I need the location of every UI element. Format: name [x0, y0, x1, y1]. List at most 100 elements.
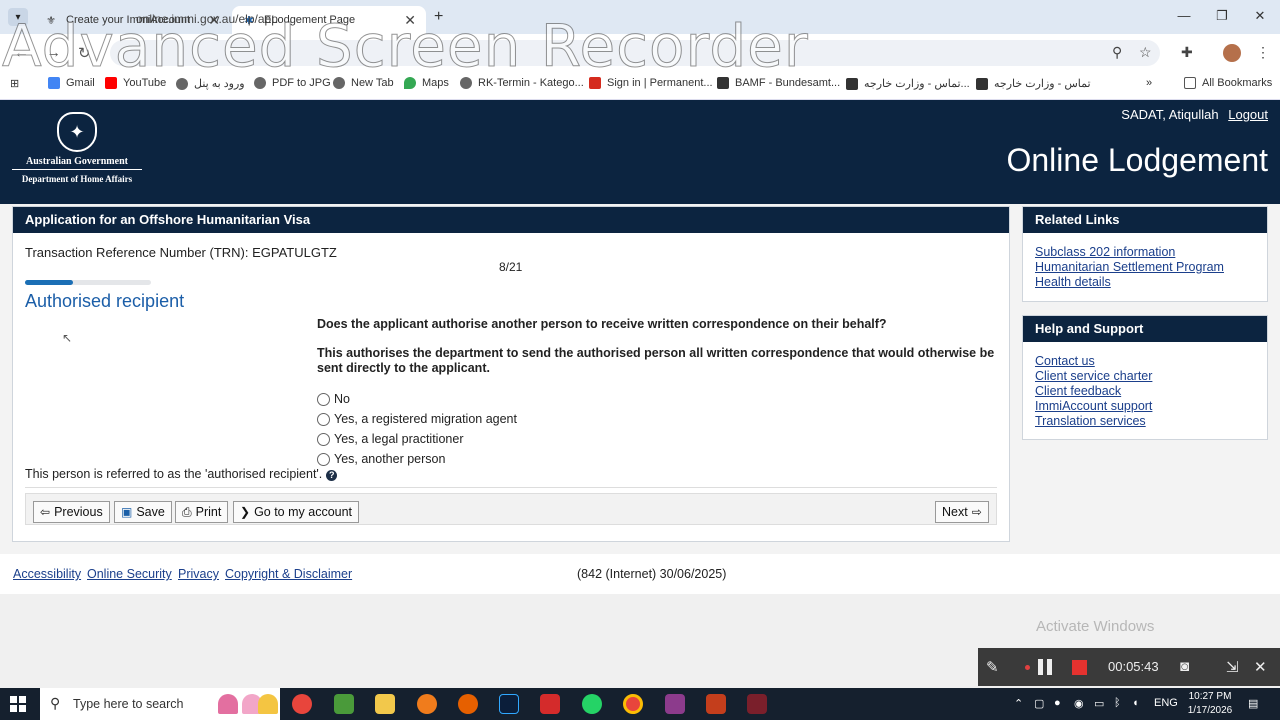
battery-icon[interactable]: ▭	[1094, 697, 1104, 710]
link-health-details[interactable]: Health details	[1035, 275, 1255, 290]
application-panel: Application for an Offshore Humanitarian…	[12, 206, 1010, 542]
maximize-button[interactable]: ❐	[1212, 8, 1232, 24]
related-links-list: Subclass 202 information Humanitarian Se…	[1023, 233, 1267, 298]
option-label: Yes, a registered migration agent	[334, 412, 517, 426]
previous-button[interactable]: ⇦ Previous	[33, 501, 110, 523]
recorder-watermark: Advanced Screen Recorder	[2, 12, 809, 81]
close-recorder-icon[interactable]: ✕	[1254, 658, 1267, 676]
next-label: Next	[942, 505, 968, 519]
notifications-icon[interactable]: ▤	[1248, 697, 1258, 710]
zoom-icon[interactable]: ⚲	[1112, 44, 1122, 61]
menu-icon[interactable]: ⋮	[1256, 44, 1270, 61]
stop-button[interactable]	[1072, 660, 1087, 675]
bookmark-star-icon[interactable]: ☆	[1139, 44, 1152, 61]
site-header: ✦ Australian Government Department of Ho…	[0, 100, 1280, 204]
minimize-button[interactable]: —	[1174, 8, 1194, 23]
all-bookmarks[interactable]: All Bookmarks	[1184, 77, 1272, 89]
question-explanation: This authorises the department to send t…	[317, 346, 995, 375]
link-settlement-program[interactable]: Humanitarian Settlement Program	[1035, 260, 1255, 275]
option-another-person[interactable]: Yes, another person	[317, 449, 517, 469]
option-legal-practitioner[interactable]: Yes, a legal practitioner	[317, 429, 517, 449]
screen-recorder-toolbar: ✎ 00:05:43 ◙ ⇲ ✕	[978, 648, 1280, 686]
print-button[interactable]: ⎙ Print	[175, 501, 229, 523]
footer-accessibility[interactable]: Accessibility	[13, 567, 81, 581]
bookmark-mfa-2[interactable]: تماس - وزارت خارجه	[976, 77, 1091, 90]
trn-text: Transaction Reference Number (TRN): EGPA…	[25, 245, 337, 260]
logout-link[interactable]: Logout	[1228, 107, 1268, 122]
pause-button[interactable]	[1038, 659, 1054, 675]
microphone-icon[interactable]: ●	[1054, 697, 1061, 709]
radio-button[interactable]	[317, 452, 330, 466]
pen-icon[interactable]: ✎	[986, 658, 999, 676]
tray-app-icon[interactable]: ▢	[1034, 697, 1044, 710]
footer-copyright[interactable]: Copyright & Disclaimer	[225, 567, 352, 581]
arrow-right-icon: ⇨	[971, 505, 982, 519]
radio-button[interactable]	[317, 392, 330, 406]
app-icon[interactable]	[334, 694, 354, 714]
recording-dot-icon	[1025, 665, 1030, 670]
all-bookmarks-label: All Bookmarks	[1202, 77, 1273, 89]
tulip-widget-icon[interactable]	[218, 694, 238, 714]
screen-recorder-icon[interactable]	[747, 694, 767, 714]
radio-button[interactable]	[317, 412, 330, 426]
referred-text: This person is referred to as the 'autho…	[25, 467, 323, 481]
question-text: Does the applicant authorise another per…	[317, 317, 887, 331]
option-migration-agent[interactable]: Yes, a registered migration agent	[317, 409, 517, 429]
search-icon: ⚲	[50, 695, 61, 711]
help-support-panel: Help and Support Contact us Client servi…	[1022, 315, 1268, 440]
more-bookmarks-icon[interactable]: »	[1146, 77, 1152, 89]
bookmark-mfa-1[interactable]: تماس - وزارت خارجه...	[846, 77, 970, 90]
link-contact-us[interactable]: Contact us	[1035, 354, 1255, 369]
windows-start-icon[interactable]	[10, 696, 26, 712]
profile-avatar[interactable]	[1223, 44, 1241, 62]
link-client-feedback[interactable]: Client feedback	[1035, 384, 1255, 399]
help-links-list: Contact us Client service charter Client…	[1023, 342, 1267, 437]
print-label: Print	[195, 505, 222, 519]
user-info: SADAT, Atiqullah Logout	[1121, 107, 1268, 122]
next-button[interactable]: Next ⇨	[935, 501, 989, 523]
link-subclass-202[interactable]: Subclass 202 information	[1035, 245, 1255, 260]
footer-online-security[interactable]: Online Security	[87, 567, 172, 581]
winrar-icon[interactable]	[665, 694, 685, 714]
panel-title: Application for an Offshore Humanitarian…	[13, 207, 1009, 233]
option-no[interactable]: No	[317, 389, 517, 409]
progress-fill	[25, 280, 73, 285]
whatsapp-icon[interactable]	[582, 694, 602, 714]
previous-label: Previous	[54, 505, 103, 519]
bluetooth-icon[interactable]: ᛒ	[1114, 697, 1121, 709]
progress-label: 8/21	[499, 260, 523, 274]
tulip-widget-icon[interactable]	[258, 694, 278, 714]
chrome-icon[interactable]	[292, 694, 312, 714]
site-title: Online Lodgement	[1006, 142, 1268, 178]
tray-app-icon[interactable]: ◉	[1074, 697, 1084, 710]
link-translation-services[interactable]: Translation services	[1035, 414, 1255, 429]
camera-icon[interactable]: ◙	[1180, 658, 1189, 675]
volume-icon[interactable]: ◖	[1132, 697, 1139, 709]
go-to-account-button[interactable]: ❯ Go to my account	[233, 501, 360, 523]
photoshop-icon[interactable]	[499, 694, 519, 714]
help-icon[interactable]: ?	[326, 470, 338, 481]
save-button[interactable]: ▣ Save	[114, 501, 172, 523]
close-window-button[interactable]: ✕	[1250, 8, 1270, 24]
minimize-recorder-icon[interactable]: ⇲	[1226, 658, 1239, 676]
file-explorer-icon[interactable]	[375, 694, 395, 714]
authorised-recipient-options: No Yes, a registered migration agent Yes…	[317, 389, 517, 469]
printer-icon: ⎙	[182, 504, 192, 519]
footer-privacy[interactable]: Privacy	[178, 567, 219, 581]
windows-taskbar: ⚲ Type here to search ⌃ ▢ ● ◉ ▭ ᛒ ◖ ENG …	[0, 688, 1280, 720]
bookmark-label: تماس - وزارت خارجه	[994, 78, 1091, 90]
section-title: Authorised recipient	[25, 291, 185, 311]
wps-icon[interactable]	[540, 694, 560, 714]
taskbar-clock[interactable]: 10:27 PM 1/17/2026	[1175, 690, 1245, 718]
app-icon[interactable]	[417, 694, 437, 714]
powerpoint-icon[interactable]	[706, 694, 726, 714]
link-immiaccount-support[interactable]: ImmiAccount support	[1035, 399, 1255, 414]
radio-button[interactable]	[317, 432, 330, 446]
help-support-title: Help and Support	[1023, 316, 1267, 342]
firefox-icon[interactable]	[458, 694, 478, 714]
option-label: Yes, another person	[334, 452, 446, 466]
extensions-icon[interactable]: ✚	[1181, 44, 1193, 61]
chrome-active-icon[interactable]	[623, 694, 643, 714]
tray-expand-icon[interactable]: ⌃	[1014, 697, 1023, 710]
link-service-charter[interactable]: Client service charter	[1035, 369, 1255, 384]
